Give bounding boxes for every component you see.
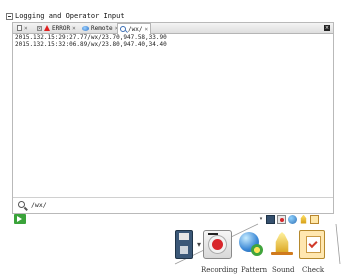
pattern-button[interactable] [237, 230, 266, 259]
save-icon[interactable] [266, 214, 275, 224]
record-icon[interactable] [277, 214, 286, 224]
warning-icon [44, 25, 50, 31]
search-icon [18, 201, 25, 208]
panel-title: Logging and Operator Input [15, 12, 125, 20]
tab-close-icon[interactable]: × [72, 25, 76, 32]
recording-label: Recording [201, 266, 238, 274]
page-icon [17, 25, 22, 31]
sound-label: Sound [272, 266, 295, 274]
check-label: Check [302, 266, 325, 274]
bell-base [271, 252, 293, 255]
tab-error-label: ERROR [52, 24, 71, 32]
bell-icon [275, 232, 289, 254]
tab-wx-label: /wx/ [128, 25, 143, 33]
gear-icon [251, 244, 263, 256]
tab-remote[interactable]: Remote × [80, 24, 120, 32]
dropdown-icon[interactable]: ▾ [195, 230, 203, 259]
log-line: 2015.132.15:32:06.89/wx/23.80,947.40,34.… [15, 40, 167, 48]
sound-button[interactable] [268, 230, 297, 259]
recording-button[interactable] [203, 230, 232, 259]
search-row [13, 197, 333, 212]
tab-close-icon[interactable]: × [144, 26, 148, 33]
close-icon[interactable]: × [324, 25, 330, 31]
check-button[interactable] [299, 230, 325, 259]
checklist-icon[interactable] [310, 214, 319, 224]
mini-toolbar: ▾ [258, 214, 336, 224]
logging-panel: × × ERROR × Remote × /wx/ × × 2015.132.1… [12, 22, 334, 214]
pattern-label: Pattern [241, 266, 268, 274]
pattern-icon[interactable] [288, 214, 297, 224]
search-input[interactable] [31, 201, 321, 209]
dropdown-icon[interactable]: ▾ [258, 215, 264, 224]
close-box-icon[interactable]: × [37, 25, 42, 31]
tab-wx[interactable]: /wx/ × [117, 23, 152, 34]
bell-icon[interactable] [300, 214, 307, 224]
remote-icon [82, 25, 89, 31]
tab-close-icon[interactable]: × [24, 25, 28, 32]
tab-remote-label: Remote [91, 24, 113, 32]
panel-header: Logging and Operator Input [6, 12, 336, 22]
log-area[interactable]: 2015.132.15:29:27.77/wx/23.70,947.58,33.… [15, 34, 329, 180]
collapse-icon[interactable] [6, 13, 13, 20]
search-icon [120, 26, 126, 32]
save-icon[interactable] [175, 230, 193, 259]
tab-error[interactable]: × ERROR × [35, 24, 78, 32]
execute-button[interactable] [14, 214, 26, 224]
zoomed-toolbar: ▾ Recording Pattern Sound Check [175, 230, 337, 278]
tab-page[interactable]: × [15, 24, 30, 32]
tab-strip: × × ERROR × Remote × /wx/ × × [13, 23, 333, 34]
